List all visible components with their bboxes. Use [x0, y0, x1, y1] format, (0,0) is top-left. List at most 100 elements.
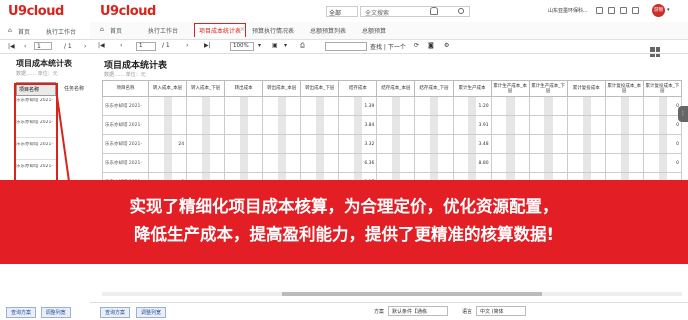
value-cell[interactable]	[186, 134, 226, 154]
avatar[interactable]: 游锦	[652, 4, 665, 17]
search-icon[interactable]	[458, 8, 464, 14]
project-name-cell[interactable]: 乐东亦却塔 2021-	[102, 115, 149, 135]
value-cell[interactable]	[490, 96, 530, 116]
value-cell[interactable]	[262, 153, 302, 173]
value-cell[interactable]	[528, 134, 568, 154]
value-cell[interactable]: 1.39	[338, 96, 378, 116]
value-cell[interactable]: 6.36	[338, 153, 378, 173]
project-name-cell[interactable]: 乐东亦却塔 2021-	[102, 96, 149, 116]
value-cell[interactable]	[414, 115, 454, 135]
value-cell[interactable]	[262, 96, 302, 116]
value-cell[interactable]: 3.84	[338, 115, 378, 135]
scrollbar-thumb[interactable]	[282, 292, 542, 296]
value-cell[interactable]	[604, 96, 644, 116]
header-cell[interactable]: 转出成本_下层	[300, 80, 340, 97]
save-chevron-icon[interactable]: ▾	[284, 42, 287, 49]
find-input[interactable]	[325, 42, 367, 51]
value-cell[interactable]	[186, 96, 226, 116]
header-cell[interactable]: 累计复投成本_下层	[642, 80, 683, 97]
back-page-input[interactable]: 1	[34, 42, 52, 50]
value-cell[interactable]	[490, 115, 530, 135]
value-cell[interactable]	[566, 96, 606, 116]
value-cell[interactable]	[300, 134, 340, 154]
header-cell[interactable]: 累计复投成本	[566, 80, 606, 97]
header-cell[interactable]: 转出成本	[224, 80, 264, 97]
table-row[interactable]: 乐东亦却塔 2021- 3.84 3.91 0	[102, 115, 683, 135]
global-search-input[interactable]: 全文搜索	[360, 6, 470, 17]
tab-budget-execution[interactable]: 预算执行情况表	[252, 26, 294, 35]
header-cell[interactable]: 累计生产成本	[452, 80, 492, 97]
message-icon[interactable]	[596, 7, 603, 14]
value-cell[interactable]	[300, 115, 340, 135]
header-cell[interactable]: 转出成本_本层	[262, 80, 302, 97]
tab-total-budget[interactable]: 总额预算	[362, 26, 386, 35]
value-cell[interactable]	[528, 115, 568, 135]
value-cell[interactable]	[262, 115, 302, 135]
value-cell[interactable]	[224, 96, 264, 116]
project-name-cell[interactable]: 乐东亦却塔 2021-	[102, 134, 149, 154]
zoom-select[interactable]: 100%	[230, 42, 254, 51]
back-first-page-icon[interactable]: |◀	[8, 43, 15, 50]
table-row[interactable]: 乐东亦却塔 2021- 24 3.32 3.48 0	[102, 134, 683, 154]
value-cell[interactable]	[604, 115, 644, 135]
tab-workbench[interactable]: 执行工作台	[148, 26, 178, 35]
value-cell[interactable]: 3.32	[338, 134, 378, 154]
apps-icon[interactable]	[632, 7, 639, 14]
notification-icon[interactable]	[430, 7, 438, 15]
page-number-input[interactable]: 1	[136, 42, 156, 51]
tab-home[interactable]: 首页	[110, 26, 122, 35]
refresh-icon[interactable]: ⟳	[414, 42, 419, 49]
value-cell[interactable]	[147, 153, 188, 173]
back-tab-home[interactable]: 首页	[18, 27, 30, 36]
zoom-chevron-icon[interactable]: ▾	[258, 42, 261, 49]
first-page-icon[interactable]: |◀	[98, 42, 105, 49]
header-cell[interactable]: 转入成本_下层	[186, 80, 226, 97]
language-select[interactable]: 中文 (简体	[476, 306, 526, 316]
value-cell[interactable]	[376, 134, 416, 154]
header-cell[interactable]: 结存成本_本层	[376, 80, 416, 97]
value-cell[interactable]: 0	[642, 115, 683, 135]
value-cell[interactable]	[490, 153, 530, 173]
value-cell[interactable]: 3.91	[452, 115, 492, 135]
value-cell[interactable]	[262, 134, 302, 154]
value-cell[interactable]: 0	[642, 96, 683, 116]
header-cell[interactable]: 项目名称	[102, 80, 149, 97]
print-icon[interactable]: ⎙	[300, 42, 305, 50]
value-cell[interactable]: 3.48	[452, 134, 492, 154]
find-next-link[interactable]: 查找 | 下一个	[370, 42, 406, 51]
value-cell[interactable]: 0	[642, 153, 683, 173]
value-cell[interactable]	[566, 134, 606, 154]
brand-logo[interactable]: U9cloud	[100, 4, 156, 19]
value-cell[interactable]	[566, 115, 606, 135]
value-cell[interactable]	[224, 134, 264, 154]
back-query-scheme-button[interactable]: 查询方案	[6, 307, 37, 318]
search-scope-select[interactable]: 全部	[326, 6, 358, 17]
value-cell[interactable]	[376, 115, 416, 135]
value-cell[interactable]	[528, 96, 568, 116]
value-cell[interactable]	[414, 96, 454, 116]
user-menu-chevron-icon[interactable]: ▾	[667, 7, 670, 13]
value-cell[interactable]	[414, 134, 454, 154]
back-next-page-icon[interactable]: ›	[84, 43, 86, 50]
project-name-cell[interactable]: 乐东亦却塔 2021-	[102, 153, 149, 173]
value-cell[interactable]	[300, 96, 340, 116]
camera-icon[interactable]: ◙	[428, 42, 434, 49]
value-cell[interactable]	[147, 96, 188, 116]
scheme-select[interactable]: 默认条件【通栋	[388, 306, 448, 316]
help-icon[interactable]	[608, 7, 615, 14]
header-cell[interactable]: 转入成本_本层	[147, 80, 188, 97]
value-cell[interactable]	[224, 153, 264, 173]
value-cell[interactable]	[376, 96, 416, 116]
last-page-icon[interactable]: ▶|	[204, 42, 211, 49]
header-cell[interactable]: 累计生产成本_本层	[490, 80, 530, 97]
home-icon[interactable]: ⌂	[100, 26, 104, 33]
table-row[interactable]: 乐东亦却塔 2021- 6.36 8.80 0	[102, 153, 683, 173]
horizontal-scrollbar[interactable]	[102, 292, 682, 296]
side-collapse-handle[interactable]: ⋮	[678, 106, 688, 122]
value-cell[interactable]	[604, 134, 644, 154]
back-prev-page-icon[interactable]: ‹	[24, 43, 26, 50]
prev-page-icon[interactable]: ‹	[120, 42, 122, 49]
value-cell[interactable]: 0	[642, 134, 683, 154]
back-home-icon[interactable]: ⌂	[8, 27, 12, 34]
value-cell[interactable]	[566, 153, 606, 173]
